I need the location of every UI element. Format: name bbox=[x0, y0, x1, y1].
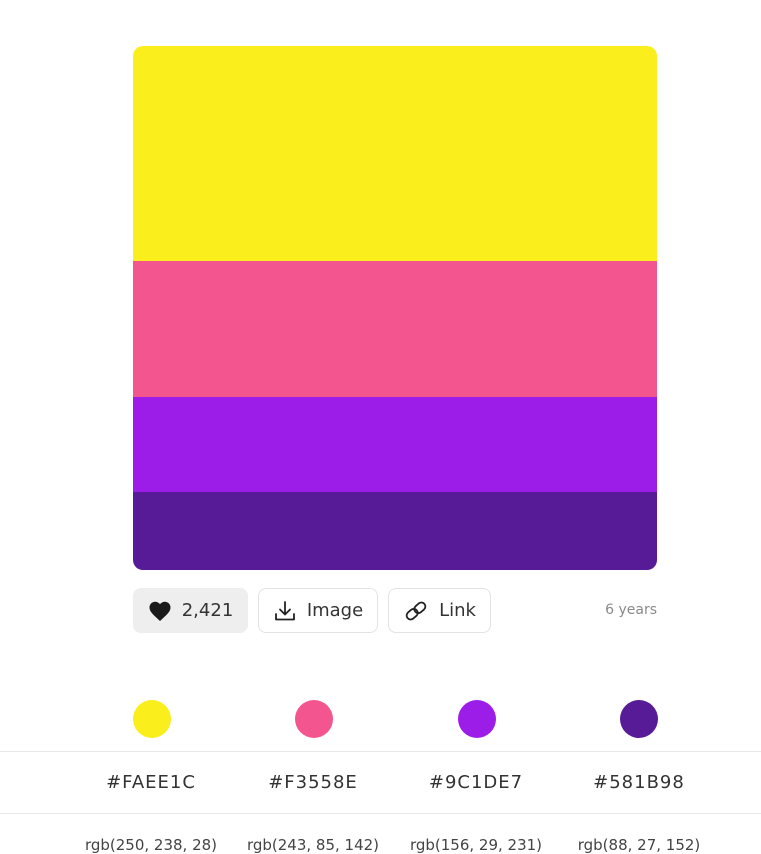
hex-code[interactable]: #9C1DE7 bbox=[395, 772, 557, 793]
copy-link-button[interactable]: Link bbox=[388, 588, 491, 633]
palette-swatch-3[interactable] bbox=[133, 397, 657, 492]
link-label: Link bbox=[439, 600, 476, 621]
like-count: 2,421 bbox=[181, 600, 234, 621]
hex-code[interactable]: #F3558E bbox=[232, 772, 394, 793]
link-icon bbox=[403, 600, 429, 622]
palette-swatch-1[interactable] bbox=[133, 46, 657, 261]
heart-icon bbox=[148, 600, 172, 622]
download-icon bbox=[273, 600, 297, 622]
color-dot-4[interactable] bbox=[620, 700, 658, 738]
palette-age: 6 years bbox=[605, 602, 657, 618]
palette-preview bbox=[133, 46, 657, 570]
color-dot-1[interactable] bbox=[133, 700, 171, 738]
hex-code[interactable]: #FAEE1C bbox=[70, 772, 232, 793]
download-image-button[interactable]: Image bbox=[258, 588, 378, 633]
hex-code[interactable]: #581B98 bbox=[558, 772, 720, 793]
color-dots bbox=[0, 700, 761, 740]
rgb-code[interactable]: rgb(243, 85, 142) bbox=[232, 836, 394, 854]
rgb-code[interactable]: rgb(156, 29, 231) bbox=[395, 836, 557, 854]
rgb-codes-row: rgb(250, 238, 28) rgb(243, 85, 142) rgb(… bbox=[0, 813, 761, 854]
palette-swatch-2[interactable] bbox=[133, 261, 657, 397]
rgb-code[interactable]: rgb(88, 27, 152) bbox=[558, 836, 720, 854]
palette-swatch-4[interactable] bbox=[133, 492, 657, 570]
palette-actions: 2,421 Image Link 6 years bbox=[133, 588, 657, 635]
hex-codes-row: #FAEE1C #F3558E #9C1DE7 #581B98 bbox=[0, 751, 761, 814]
color-dot-2[interactable] bbox=[295, 700, 333, 738]
like-button[interactable]: 2,421 bbox=[133, 588, 248, 633]
color-dot-3[interactable] bbox=[458, 700, 496, 738]
image-label: Image bbox=[306, 600, 364, 621]
rgb-code[interactable]: rgb(250, 238, 28) bbox=[70, 836, 232, 854]
